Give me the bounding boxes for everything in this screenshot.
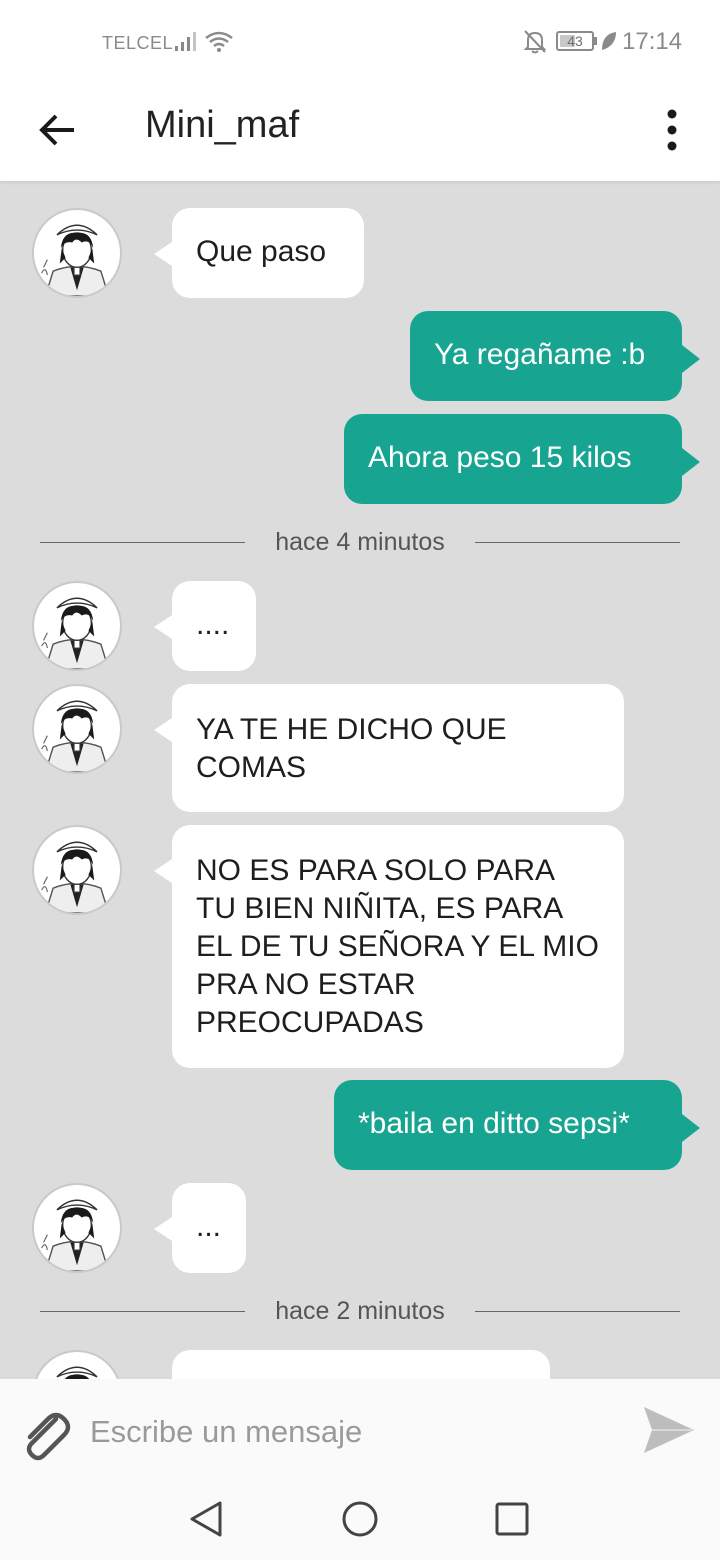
- avatar-image: [34, 210, 120, 296]
- message-bubble[interactable]: *baila en ditto sepsi*: [334, 1080, 700, 1170]
- message-bubble[interactable]: YA TE HE DICHO QUE COMAS: [154, 684, 624, 812]
- recents-square-icon[interactable]: [494, 1501, 530, 1537]
- avatar[interactable]: [32, 825, 122, 915]
- message-bubble[interactable]: NO ES PARA SOLO PARA TU BIEN NIÑITA, ES …: [154, 825, 624, 1068]
- divider-line: [475, 1311, 680, 1312]
- message-bubble[interactable]: Que paso: [154, 208, 364, 298]
- message-text: Ya regañame :b: [434, 338, 646, 371]
- time-divider: hace 4 minutos: [40, 523, 680, 563]
- divider-line: [475, 542, 680, 543]
- avatar-image: [34, 686, 120, 772]
- avatar-image: [34, 1352, 120, 1379]
- clock: 17:14: [622, 28, 683, 55]
- bell-off-icon: [523, 30, 547, 54]
- message-text: Que paso: [196, 235, 327, 268]
- message-text: ....: [196, 608, 230, 641]
- avatar[interactable]: [32, 1350, 122, 1379]
- message-bubble[interactable]: ....: [154, 581, 256, 671]
- avatar-image: [34, 1185, 120, 1271]
- leaf-icon: [602, 32, 616, 50]
- message-text: NO ES PARA SOLO PARA TU BIEN NIÑITA, ES …: [196, 854, 599, 1039]
- system-nav-bar: [0, 1479, 720, 1560]
- message-text: *baila en ditto sepsi*: [358, 1107, 630, 1140]
- message-text: YA TE HE DICHO QUE COMAS: [196, 713, 507, 784]
- battery-level: 43: [567, 33, 583, 49]
- avatar[interactable]: [32, 1183, 122, 1273]
- message-bubble[interactable]: Ya regañame :b: [410, 311, 700, 401]
- message-composer: [0, 1379, 720, 1479]
- carrier-label: TELCEL: [102, 33, 174, 53]
- avatar[interactable]: [32, 684, 122, 774]
- chat-title: Mini_maf: [145, 104, 300, 146]
- status-bar: TELCEL 43 17:14: [0, 0, 720, 84]
- more-vert-icon[interactable]: [656, 106, 688, 156]
- battery-icon: 43: [556, 31, 594, 51]
- wifi-icon: [205, 31, 233, 52]
- message-text: ...: [196, 1210, 222, 1243]
- battery-tip: [594, 37, 597, 45]
- signal-icon: [175, 32, 196, 51]
- avatar-image: [34, 827, 120, 913]
- back-triangle-icon[interactable]: [186, 1499, 226, 1539]
- message-list[interactable]: Que paso Ya regañame :b Ahora peso 15 ki…: [0, 182, 720, 1379]
- message-bubble[interactable]: ...: [154, 1183, 246, 1273]
- message-bubble[interactable]: Ahora peso 15 kilos: [344, 414, 700, 504]
- send-icon[interactable]: [640, 1401, 698, 1459]
- time-divider: hace 2 minutos: [40, 1292, 680, 1332]
- message-text: Ahora peso 15 kilos: [368, 441, 632, 474]
- app-bar: Mini_maf: [0, 84, 720, 182]
- avatar-image: [34, 583, 120, 669]
- arrow-left-icon[interactable]: [36, 108, 80, 152]
- avatar[interactable]: [32, 208, 122, 298]
- home-circle-icon[interactable]: [340, 1499, 380, 1539]
- message-bubble[interactable]: [172, 1350, 550, 1379]
- paperclip-icon[interactable]: [16, 1405, 72, 1461]
- message-input[interactable]: [88, 1403, 612, 1461]
- avatar[interactable]: [32, 581, 122, 671]
